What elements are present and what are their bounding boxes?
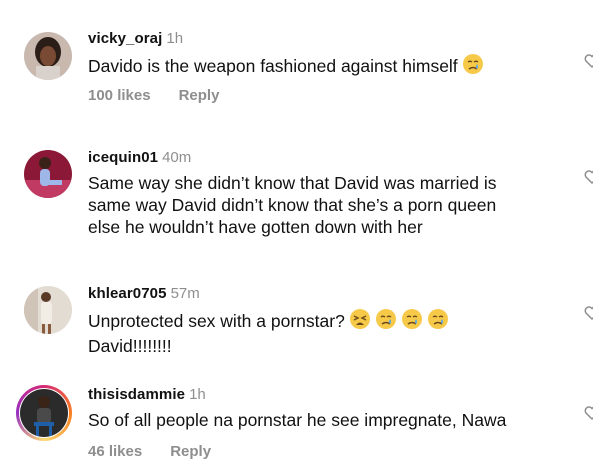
weary-face-icon	[349, 308, 371, 335]
timestamp: 1h	[189, 386, 206, 403]
avatar[interactable]	[24, 150, 72, 198]
reply-button[interactable]: Reply	[170, 443, 211, 460]
timestamp: 57m	[170, 285, 200, 302]
heart-outline-icon[interactable]	[583, 52, 593, 70]
heart-outline-icon[interactable]	[583, 404, 593, 422]
comment-body-line: same way David didn’t know that she’s a …	[88, 195, 497, 215]
username[interactable]: vicky_oraj	[88, 30, 162, 47]
comment-text: Unprotected sex with a pornstar? David!!…	[88, 308, 568, 357]
comment-header: icequin01 40m	[88, 149, 191, 166]
crying-face-icon	[462, 53, 484, 80]
username[interactable]: thisisdammie	[88, 386, 185, 403]
comment-actions: 100 likes Reply	[88, 87, 219, 104]
likes-count[interactable]: 100 likes	[88, 87, 151, 104]
comment-header: khlear0705 57m	[88, 285, 200, 302]
comment-text: So of all people na pornstar he see impr…	[88, 409, 568, 431]
username[interactable]: icequin01	[88, 149, 158, 166]
comment-body: Davido is the weapon fashioned against h…	[88, 56, 458, 76]
username[interactable]: khlear0705	[88, 285, 167, 302]
comment-actions: 46 likes Reply	[88, 443, 211, 460]
heart-outline-icon[interactable]	[583, 304, 593, 322]
crying-face-icon	[375, 308, 397, 335]
comment-text: Davido is the weapon fashioned against h…	[88, 53, 568, 80]
comment-body-line: else he wouldn’t have gotten down with h…	[88, 217, 423, 237]
comment-body-line: Same way she didn’t know that David was …	[88, 173, 497, 193]
comment-body: Unprotected sex with a pornstar?	[88, 311, 345, 331]
crying-face-icon	[401, 308, 423, 335]
heart-outline-icon[interactable]	[583, 168, 593, 186]
likes-count[interactable]: 46 likes	[88, 443, 142, 460]
comment-body-line: David!!!!!!!!	[88, 336, 172, 356]
comment-body-line: Unprotected sex with a pornstar?	[88, 308, 568, 335]
avatar[interactable]	[20, 389, 68, 437]
comment-body: So of all people na pornstar he see impr…	[88, 410, 507, 430]
timestamp: 40m	[162, 149, 192, 166]
crying-face-icon	[427, 308, 449, 335]
comment-text: Same way she didn’t know that David was …	[88, 172, 568, 238]
timestamp: 1h	[166, 30, 184, 47]
reply-button[interactable]: Reply	[179, 87, 220, 104]
comment-header: vicky_oraj 1h	[88, 30, 183, 47]
comment-header: thisisdammie 1h	[88, 386, 206, 403]
avatar[interactable]	[24, 286, 72, 334]
story-ring[interactable]	[16, 385, 72, 441]
avatar[interactable]	[24, 32, 72, 80]
